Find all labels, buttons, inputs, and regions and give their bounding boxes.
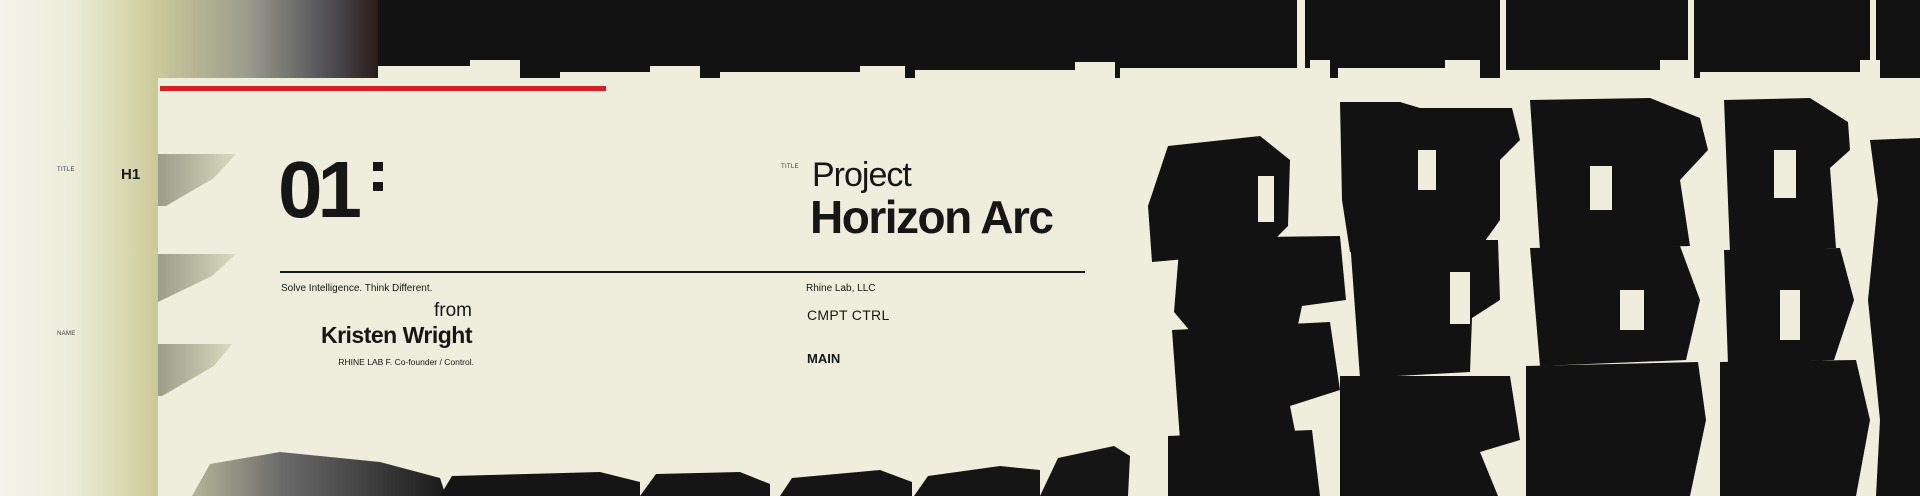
project-word: Project	[812, 156, 912, 194]
divider-rule	[280, 271, 1085, 273]
department-label: CMPT CTRL	[807, 307, 890, 323]
author-role: RHINE LAB F. Co-founder / Control.	[338, 357, 474, 367]
decor-shapes	[158, 0, 1920, 496]
slide-number: 01	[278, 145, 362, 234]
number-mark-icon	[373, 162, 383, 191]
from-label: from	[434, 300, 472, 321]
accent-red-rule	[160, 86, 606, 91]
company-name: Rhine Lab, LLC	[806, 283, 876, 294]
author-name: Kristen Wright	[320, 322, 473, 348]
left-wedge-marks	[158, 154, 236, 396]
field-title-label: TITLE	[57, 167, 75, 173]
project-name: Horizon Arc	[810, 191, 1054, 243]
right-big-black-glyphs	[1148, 98, 1920, 496]
top-band-stair-edges	[378, 0, 1880, 78]
field-name-label: NAME	[57, 331, 76, 337]
heading-level-label: H1	[121, 166, 141, 183]
tagline: Solve Intelligence. Think Different.	[281, 283, 433, 294]
section-label: MAIN	[807, 351, 841, 366]
bottom-black-shapes	[192, 446, 1130, 496]
project-meta-label: TITLE	[781, 164, 799, 170]
